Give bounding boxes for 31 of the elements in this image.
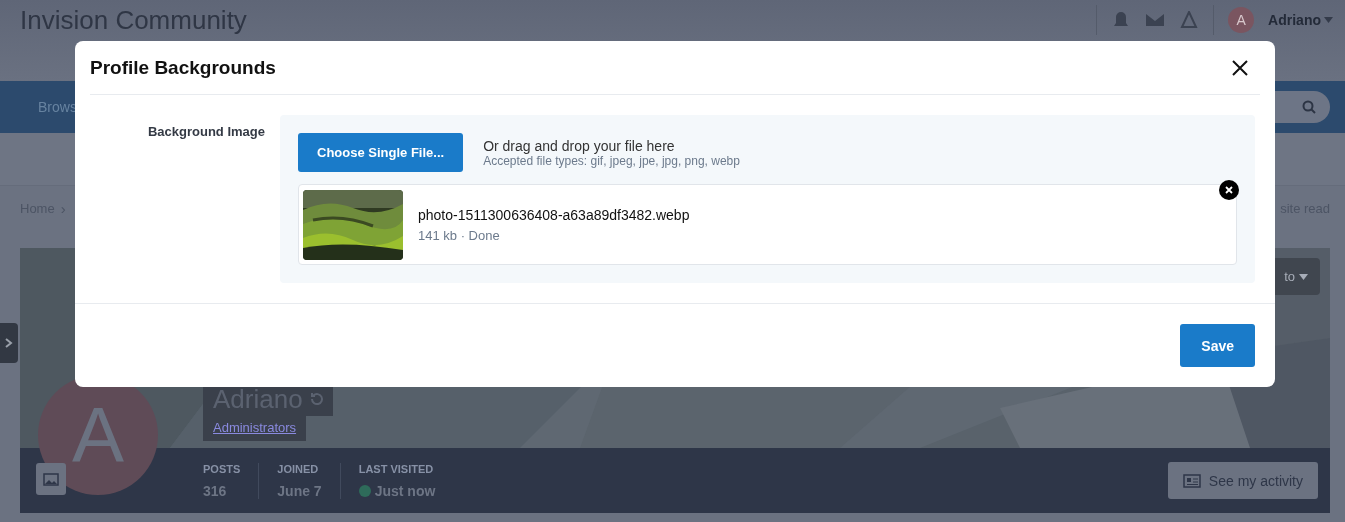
remove-icon[interactable] bbox=[1219, 180, 1239, 201]
user-menu[interactable]: Adriano bbox=[1268, 12, 1333, 28]
stat-label: LAST VISITED bbox=[358, 462, 435, 475]
accepted-types: Accepted file types: gif, jpeg, jpe, jpg, png, webp bbox=[483, 153, 740, 168]
envelope-icon[interactable] bbox=[1145, 11, 1166, 29]
newspaper-icon bbox=[1182, 473, 1201, 488]
file-name: photo-1511300636408-a63a89df3482.webp bbox=[418, 206, 690, 223]
stat-label: POSTS bbox=[203, 462, 241, 475]
drop-hint: Or drag and drop your file here bbox=[483, 137, 676, 154]
dialog-title: Profile Backgrounds bbox=[90, 56, 276, 79]
search-icon bbox=[1302, 100, 1316, 114]
field-label: Background Image bbox=[146, 123, 265, 142]
chevron-right-icon bbox=[5, 338, 13, 348]
stat-value: June 7 bbox=[277, 482, 322, 499]
image-icon[interactable] bbox=[36, 463, 66, 495]
activity-button[interactable]: See my activity bbox=[1167, 462, 1318, 499]
choose-file-button[interactable]: Choose Single File... bbox=[298, 133, 464, 173]
sidebar-toggle[interactable] bbox=[0, 323, 18, 363]
group-link[interactable]: Administrators bbox=[203, 416, 307, 441]
save-button[interactable]: Save bbox=[1180, 324, 1255, 368]
nav-item[interactable]: Brows bbox=[38, 99, 77, 115]
caret-icon bbox=[1324, 17, 1333, 23]
close-icon[interactable] bbox=[1232, 59, 1248, 76]
file-meta: 141 kb · Done bbox=[418, 227, 501, 243]
history-icon[interactable] bbox=[308, 391, 325, 407]
stat-label: JOINED bbox=[277, 462, 320, 475]
stat-value: 316 bbox=[203, 482, 227, 499]
user-avatar[interactable]: A bbox=[1228, 7, 1255, 33]
stat-value: Just now bbox=[374, 482, 436, 499]
breadcrumb-separator: › bbox=[60, 200, 66, 217]
caret-icon bbox=[1299, 273, 1308, 280]
